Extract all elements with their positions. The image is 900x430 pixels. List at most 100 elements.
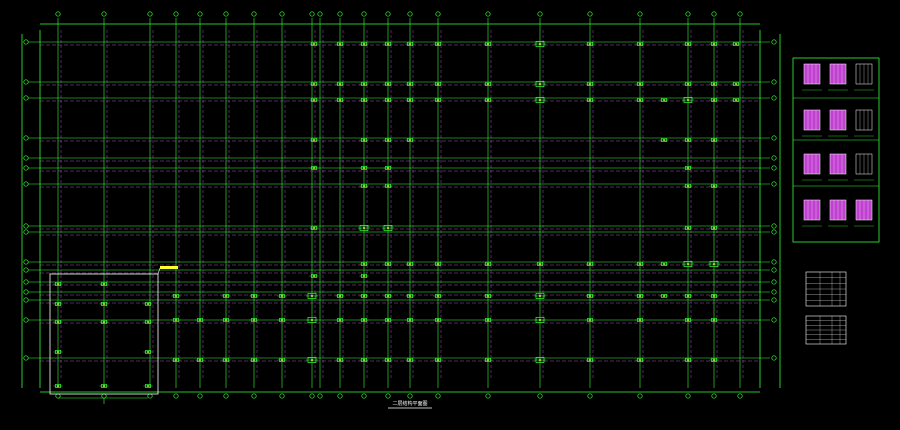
column-node-core <box>253 295 255 297</box>
column-node-core <box>339 83 341 85</box>
column-node-core <box>639 83 641 85</box>
column-node-core <box>437 99 439 101</box>
column-node-core <box>363 185 365 187</box>
column-node-core <box>539 99 541 101</box>
column-node-core <box>313 99 315 101</box>
column-node-core <box>57 283 59 285</box>
column-node-core <box>409 319 411 321</box>
column-node-core <box>175 319 177 321</box>
column-node-core <box>539 295 541 297</box>
column-node-core <box>663 139 665 141</box>
column-node-core <box>57 385 59 387</box>
column-node-core <box>339 359 341 361</box>
column-node-core <box>409 139 411 141</box>
column-node-core <box>313 227 315 229</box>
column-node-core <box>363 263 365 265</box>
column-node-core <box>687 227 689 229</box>
column-node-core <box>175 359 177 361</box>
column-node-core <box>175 295 177 297</box>
column-node-core <box>387 99 389 101</box>
column-node-core <box>437 319 439 321</box>
column-node-core <box>313 139 315 141</box>
column-node-core <box>409 99 411 101</box>
column-node-core <box>713 295 715 297</box>
column-node-core <box>57 321 59 323</box>
column-node-core <box>313 167 315 169</box>
column-node-core <box>409 83 411 85</box>
column-node-core <box>57 303 59 305</box>
column-node-core <box>387 167 389 169</box>
column-node-core <box>589 319 591 321</box>
column-node-core <box>103 321 105 323</box>
column-node-core <box>281 359 283 361</box>
column-node-core <box>409 295 411 297</box>
column-node-core <box>409 263 411 265</box>
column-node-core <box>387 295 389 297</box>
column-node-core <box>311 359 313 361</box>
column-node-core <box>147 303 149 305</box>
column-node-core <box>387 263 389 265</box>
column-node-core <box>147 385 149 387</box>
column-node-core <box>639 99 641 101</box>
column-node-core <box>103 385 105 387</box>
column-node-core <box>363 83 365 85</box>
column-node-core <box>487 263 489 265</box>
column-node-core <box>363 167 365 169</box>
drawing-title-block: 二层结构平面图 <box>388 400 432 409</box>
column-node-core <box>339 319 341 321</box>
column-node-core <box>589 43 591 45</box>
column-node-core <box>687 167 689 169</box>
column-node-core <box>409 43 411 45</box>
column-node-core <box>663 99 665 101</box>
column-node-core <box>225 319 227 321</box>
column-node-core <box>103 283 105 285</box>
column-node-core <box>713 139 715 141</box>
column-node-core <box>387 139 389 141</box>
column-node-core <box>387 319 389 321</box>
column-node-core <box>687 185 689 187</box>
column-node-core <box>147 321 149 323</box>
column-node-core <box>387 359 389 361</box>
column-node-core <box>487 359 489 361</box>
column-node-core <box>387 43 389 45</box>
column-node-core <box>639 359 641 361</box>
column-node-core <box>487 83 489 85</box>
column-node-core <box>713 319 715 321</box>
column-node-core <box>253 359 255 361</box>
column-node-core <box>313 43 315 45</box>
column-node-core <box>713 263 715 265</box>
column-node-core <box>281 319 283 321</box>
column-node-core <box>199 319 201 321</box>
column-node-core <box>487 319 489 321</box>
column-node-core <box>539 263 541 265</box>
column-node-core <box>639 319 641 321</box>
column-node-core <box>437 263 439 265</box>
column-node-core <box>687 263 689 265</box>
column-node-core <box>363 43 365 45</box>
column-node-core <box>687 43 689 45</box>
cad-drawing-canvas[interactable]: 二层结构平面图 <box>0 0 900 430</box>
column-node-core <box>487 295 489 297</box>
column-node-core <box>639 263 641 265</box>
column-node-core <box>589 263 591 265</box>
column-node-core <box>687 359 689 361</box>
column-node-core <box>363 319 365 321</box>
column-node-core <box>713 185 715 187</box>
column-node-core <box>437 295 439 297</box>
column-node-core <box>437 83 439 85</box>
column-node-core <box>713 227 715 229</box>
column-node-core <box>363 139 365 141</box>
column-node-core <box>339 99 341 101</box>
column-node-core <box>199 359 201 361</box>
column-node-core <box>687 295 689 297</box>
column-node-core <box>589 83 591 85</box>
column-node-core <box>487 99 489 101</box>
column-node-core <box>713 83 715 85</box>
column-node-core <box>487 43 489 45</box>
column-node-core <box>363 275 365 277</box>
column-node-core <box>713 99 715 101</box>
column-node-core <box>663 263 665 265</box>
column-node-core <box>387 185 389 187</box>
column-node-core <box>313 83 315 85</box>
column-node-core <box>363 295 365 297</box>
